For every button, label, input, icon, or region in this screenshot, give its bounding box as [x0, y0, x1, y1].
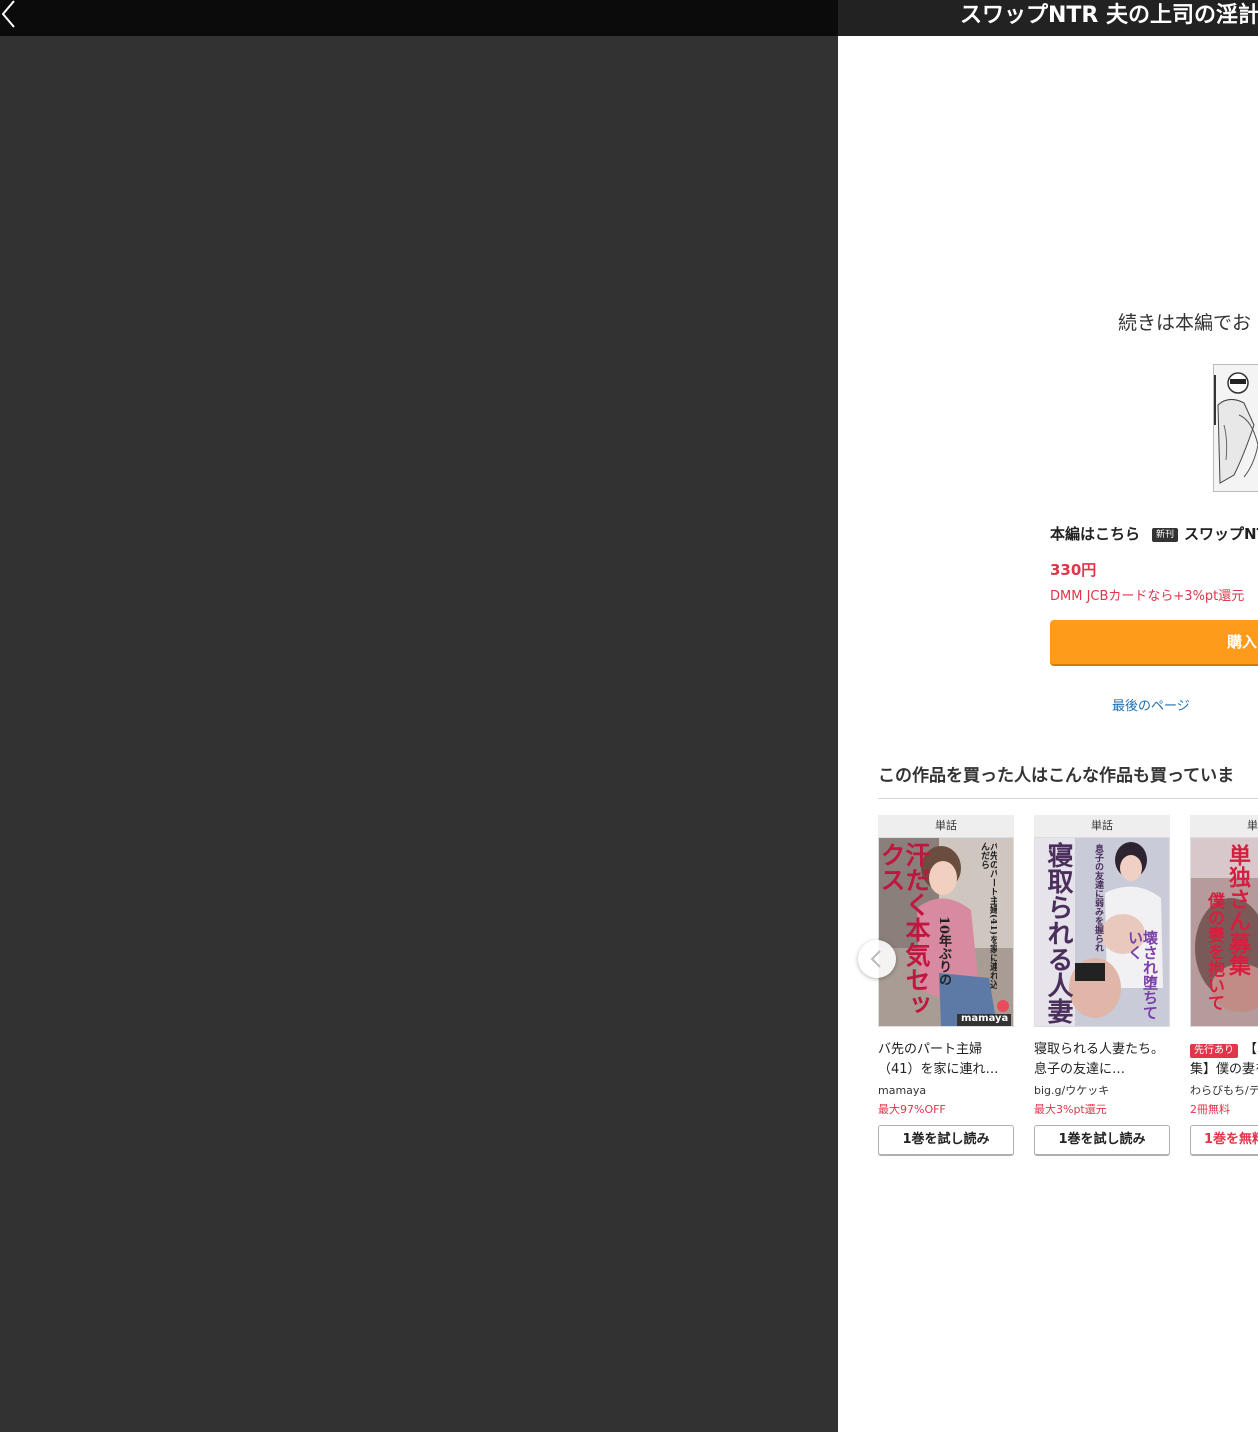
cover-small-text: 息子の友達に弱みを握られ	[1093, 844, 1103, 952]
continue-message: 続きは本編でお	[1118, 312, 1252, 334]
title-bar: スワップNTR 夫の上司の淫計	[838, 0, 1258, 36]
card-tag: 単話	[1034, 815, 1170, 837]
last-page-link[interactable]: 最後のページ	[1112, 697, 1190, 717]
chevron-left-icon	[870, 950, 881, 968]
card-promo: 最大97%OFF	[878, 1103, 946, 1116]
card-author[interactable]: わらびもち/テ	[1190, 1082, 1258, 1100]
cover-big-text: 単独さん募集	[1225, 844, 1251, 976]
main-volume-link[interactable]: 本編はこちら新刊スワップNTR	[1050, 522, 1258, 546]
carousel-prev-button[interactable]	[858, 940, 896, 978]
card-promo: 最大3%pt還元	[1034, 1103, 1107, 1116]
free-read-button[interactable]: 1巻を無料	[1190, 1125, 1258, 1156]
cover-sub-text: 僕の妻を抱いて	[1204, 892, 1224, 1011]
viewer-topbar	[0, 0, 838, 36]
cover-big-text: 汗だく本気セックス	[878, 842, 931, 1017]
cover-big-text: 寝取られる人妻	[1043, 842, 1073, 1024]
price: 330円	[1050, 561, 1097, 579]
back-button[interactable]	[0, 0, 30, 30]
cover-small-text: バ先のパート主婦(41)を家に連れ込んだら	[979, 842, 997, 990]
advance-badge: 先行あり	[1190, 1044, 1238, 1058]
trial-read-button[interactable]: 1巻を試し読み	[878, 1125, 1014, 1156]
card-promo: 2冊無料	[1190, 1103, 1230, 1116]
recommend-heading: この作品を買った人はこんな作品も買っていま	[878, 766, 1235, 786]
card-title[interactable]: 寝取られる人妻たち。息子の友達に…	[1034, 1040, 1170, 1080]
card-title[interactable]: 先行あり【単独さん募集】僕の妻を…	[1190, 1040, 1258, 1080]
card-tag: 単話	[878, 815, 1014, 837]
page-title: スワップNTR 夫の上司の淫計	[960, 3, 1258, 28]
card-cover[interactable]: 寝取られる人妻 息子の友達に弱みを握られ 壊され堕ちていく	[1034, 837, 1170, 1027]
recommend-card[interactable]: 単話 汗だく本気セックス 10年ぶりの バ先のパート主婦(41)を家に連れ込んだ…	[878, 815, 1014, 1156]
main-link-label: 本編はこちら	[1050, 525, 1141, 543]
card-author[interactable]: big.g/ウケッキ	[1034, 1082, 1170, 1100]
main-volume-title: スワップNTR	[1184, 525, 1258, 543]
main-volume-cover[interactable]	[1213, 364, 1258, 492]
card-cover[interactable]: 汗だく本気セックス 10年ぶりの バ先のパート主婦(41)を家に連れ込んだら m…	[878, 837, 1014, 1027]
cover-brand: mamaya	[961, 1013, 1009, 1024]
cover-sub-text: 壊され堕ちていく	[1126, 930, 1159, 1020]
end-of-preview-panel: スワップNTR 夫の上司の淫計 続きは本編でお 本編はこちら新刊スワップNTR …	[838, 0, 1258, 1432]
points-note: DMM JCBカードなら+3%pt還元	[1050, 589, 1245, 604]
page-viewer-blank-area	[0, 36, 838, 1432]
recommend-card[interactable]: 単話 寝取られる人妻 息子の友達に弱みを握られ 壊され堕ちていく 寝取られる人妻…	[1034, 815, 1170, 1156]
section-divider	[878, 798, 1258, 799]
card-author[interactable]: mamaya	[878, 1082, 1014, 1100]
new-badge: 新刊	[1152, 528, 1179, 542]
trial-read-button[interactable]: 1巻を試し読み	[1034, 1125, 1170, 1156]
recommend-card[interactable]: 単話 単独さん募集 僕の妻を抱いて 先行あり【単独さん募集】僕の妻を… わらびも…	[1190, 815, 1258, 1156]
cover-illustration	[1214, 365, 1258, 491]
cover-sub-text: 10年ぶりの	[936, 916, 951, 987]
card-title[interactable]: バ先のパート主婦（41）を家に連れ…	[878, 1040, 1014, 1080]
card-cover[interactable]: 単独さん募集 僕の妻を抱いて	[1190, 837, 1258, 1027]
buy-button[interactable]: 購入	[1050, 620, 1258, 666]
chevron-left-icon	[1, 0, 15, 28]
buy-button-label: 購入	[1227, 633, 1258, 651]
card-tag: 単話	[1190, 815, 1258, 837]
